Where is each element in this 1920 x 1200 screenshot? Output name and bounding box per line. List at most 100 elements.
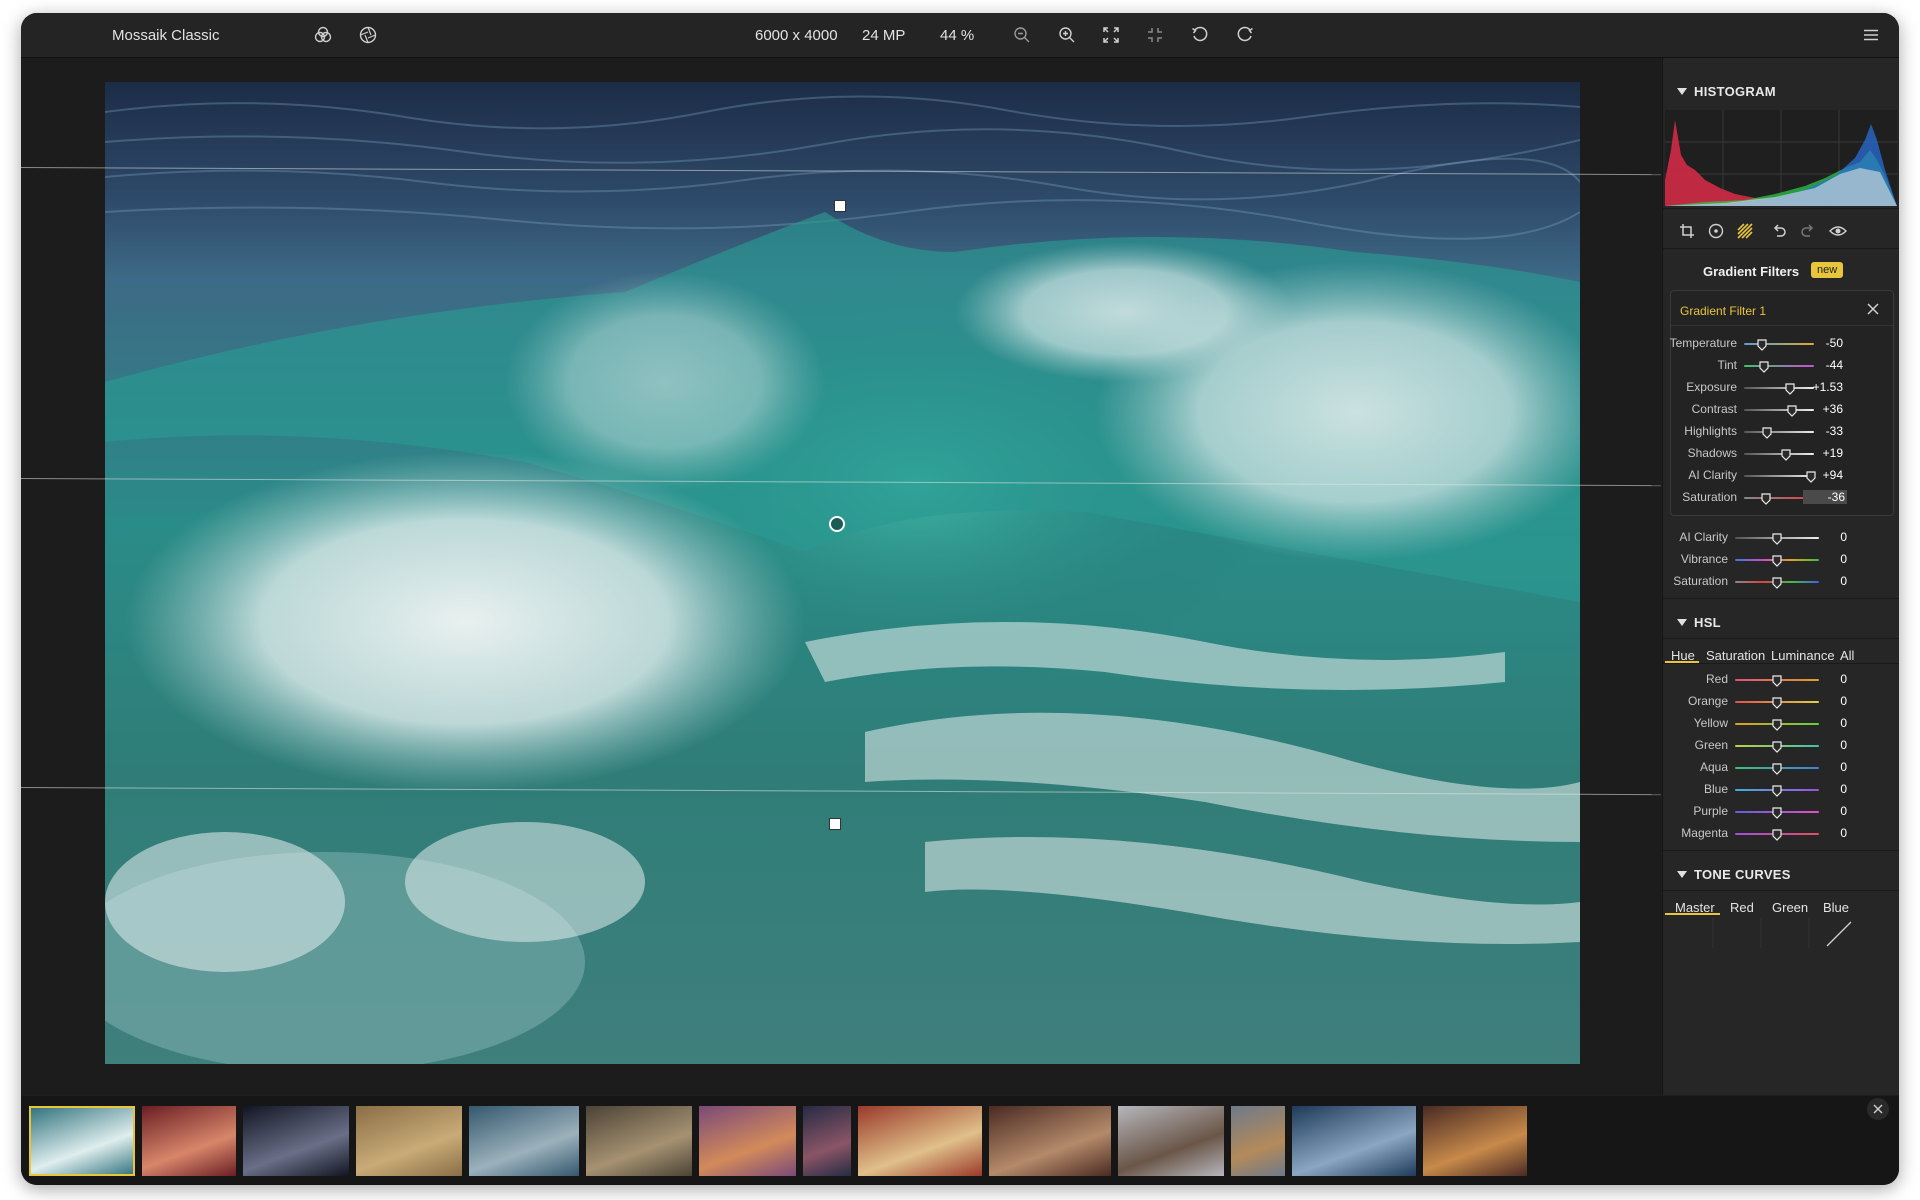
gradient-center-handle[interactable] xyxy=(829,516,845,532)
color-channels-icon[interactable] xyxy=(311,23,335,47)
aperture-icon[interactable] xyxy=(356,23,380,47)
close-filmstrip-icon[interactable] xyxy=(1867,1098,1889,1120)
thumbnail-market-stall[interactable] xyxy=(989,1106,1111,1176)
hsl-header[interactable]: HSL xyxy=(1677,615,1721,630)
thumbnail-mountains-night[interactable] xyxy=(243,1106,349,1176)
thumbnail-lake-balloon[interactable] xyxy=(1292,1106,1416,1176)
slider-value[interactable]: 0 xyxy=(1807,574,1847,588)
slider-value[interactable]: 0 xyxy=(1807,826,1847,840)
app-window: Mossaik Classic 6000 x 4000 24 MP 44 % H… xyxy=(21,13,1899,1185)
rotate-left-icon[interactable] xyxy=(1188,23,1212,47)
slider-thumb[interactable] xyxy=(1772,576,1782,589)
slider-thumb[interactable] xyxy=(1758,360,1769,373)
tab-blue[interactable]: Blue xyxy=(1823,900,1849,915)
close-icon[interactable] xyxy=(1866,302,1880,316)
thumbnail-nesting-dolls[interactable] xyxy=(858,1106,982,1176)
redo-icon[interactable] xyxy=(1796,219,1820,243)
divider xyxy=(1663,208,1899,209)
divider xyxy=(1663,598,1899,599)
fit-screen-icon[interactable] xyxy=(1099,23,1123,47)
slider-value[interactable]: 0 xyxy=(1807,530,1847,544)
collapse-triangle-icon xyxy=(1677,871,1687,878)
gradient-filters-title: Gradient Filters xyxy=(1703,264,1800,279)
thumbnail-neon-street[interactable] xyxy=(803,1106,851,1176)
undo-icon[interactable] xyxy=(1767,219,1791,243)
divider xyxy=(1663,850,1899,851)
histogram-header[interactable]: HISTOGRAM xyxy=(1677,84,1776,99)
thumbnail-nixie-tubes[interactable] xyxy=(142,1106,236,1176)
slider-label: Exposure xyxy=(1686,380,1737,394)
thumbnail-street-art[interactable] xyxy=(699,1106,796,1176)
divider xyxy=(1663,248,1899,249)
slider-label: Saturation xyxy=(1682,490,1737,504)
actual-size-icon[interactable] xyxy=(1143,23,1167,47)
slider-thumb[interactable] xyxy=(1772,828,1782,841)
slider-value[interactable]: 0 xyxy=(1807,760,1847,774)
crop-icon[interactable] xyxy=(1675,219,1699,243)
tab-red[interactable]: Red xyxy=(1730,900,1754,915)
slider-value[interactable]: 0 xyxy=(1807,782,1847,796)
zoom-in-icon[interactable] xyxy=(1055,23,1079,47)
slider-value[interactable]: 0 xyxy=(1807,738,1847,752)
thumbnail-cathedral[interactable] xyxy=(1423,1106,1527,1176)
slider-value[interactable]: -44 xyxy=(1803,358,1843,372)
slider-thumb[interactable] xyxy=(1772,554,1782,567)
thumbnail-camel[interactable] xyxy=(1231,1106,1285,1176)
gradient-filter-icon[interactable] xyxy=(1733,219,1757,243)
slider-value[interactable]: +1.53 xyxy=(1803,380,1843,394)
slider-value[interactable]: -33 xyxy=(1803,424,1843,438)
thumbnail-wooden-house[interactable] xyxy=(469,1106,579,1176)
slider-value[interactable]: 0 xyxy=(1807,552,1847,566)
slider-thumb[interactable] xyxy=(1772,740,1782,753)
thumbnail-wave[interactable] xyxy=(29,1106,135,1176)
gradient-bottom-handle[interactable] xyxy=(829,818,841,830)
tone-curves-header[interactable]: TONE CURVES xyxy=(1677,867,1791,882)
tab-luminance[interactable]: Luminance xyxy=(1771,648,1835,663)
histogram-chart xyxy=(1665,110,1897,206)
menu-icon[interactable] xyxy=(1859,23,1883,47)
slider-value[interactable]: +36 xyxy=(1803,402,1843,416)
slider-label: AI Clarity xyxy=(1688,468,1737,482)
slider-thumb[interactable] xyxy=(1756,338,1767,351)
rotate-right-icon[interactable] xyxy=(1233,23,1257,47)
slider-thumb[interactable] xyxy=(1772,696,1782,709)
preview-eye-icon[interactable] xyxy=(1826,219,1850,243)
slider-thumb[interactable] xyxy=(1772,806,1782,819)
slider-value[interactable]: 0 xyxy=(1807,716,1847,730)
new-badge[interactable]: new xyxy=(1811,262,1844,278)
slider-label: Aqua xyxy=(1699,760,1728,774)
wave-photo[interactable] xyxy=(105,82,1580,1064)
slider-thumb[interactable] xyxy=(1762,426,1772,439)
thumbnail-bare-tree[interactable] xyxy=(1118,1106,1224,1176)
slider-thumb[interactable] xyxy=(1786,404,1797,417)
tab-all[interactable]: All xyxy=(1840,648,1854,663)
slider-thumb[interactable] xyxy=(1772,784,1782,797)
slider-thumb[interactable] xyxy=(1772,532,1782,545)
slider-thumb[interactable] xyxy=(1772,762,1782,775)
gradient-filter-name[interactable]: Gradient Filter 1 xyxy=(1680,304,1766,318)
slider-thumb[interactable] xyxy=(1772,718,1782,731)
image-canvas[interactable] xyxy=(21,58,1661,1095)
slider-thumb[interactable] xyxy=(1761,492,1771,505)
top-toolbar: Mossaik Classic 6000 x 4000 24 MP 44 % xyxy=(21,13,1899,58)
slider-thumb[interactable] xyxy=(1784,382,1795,395)
filmstrip xyxy=(21,1096,1899,1185)
thumbnail-empty-room[interactable] xyxy=(586,1106,692,1176)
gradient-top-handle[interactable] xyxy=(834,200,846,212)
slider-value[interactable]: +94 xyxy=(1803,468,1843,482)
slider-thumb[interactable] xyxy=(1781,448,1791,461)
thumbnail-hay-stacks[interactable] xyxy=(356,1106,462,1176)
slider-value[interactable]: 0 xyxy=(1807,694,1847,708)
slider-value[interactable]: +19 xyxy=(1803,446,1843,460)
slider-thumb[interactable] xyxy=(1772,674,1782,687)
tone-curve-graph[interactable] xyxy=(1663,918,1899,948)
slider-value[interactable]: 0 xyxy=(1807,804,1847,818)
slider-value[interactable]: 0 xyxy=(1807,672,1847,686)
zoom-out-icon[interactable] xyxy=(1010,23,1034,47)
radial-filter-icon[interactable] xyxy=(1704,219,1728,243)
slider-value[interactable]: -50 xyxy=(1803,336,1843,350)
tab-saturation[interactable]: Saturation xyxy=(1706,648,1765,663)
preset-name[interactable]: Mossaik Classic xyxy=(112,27,220,44)
slider-value[interactable]: -36 xyxy=(1803,490,1847,504)
tab-green[interactable]: Green xyxy=(1772,900,1808,915)
